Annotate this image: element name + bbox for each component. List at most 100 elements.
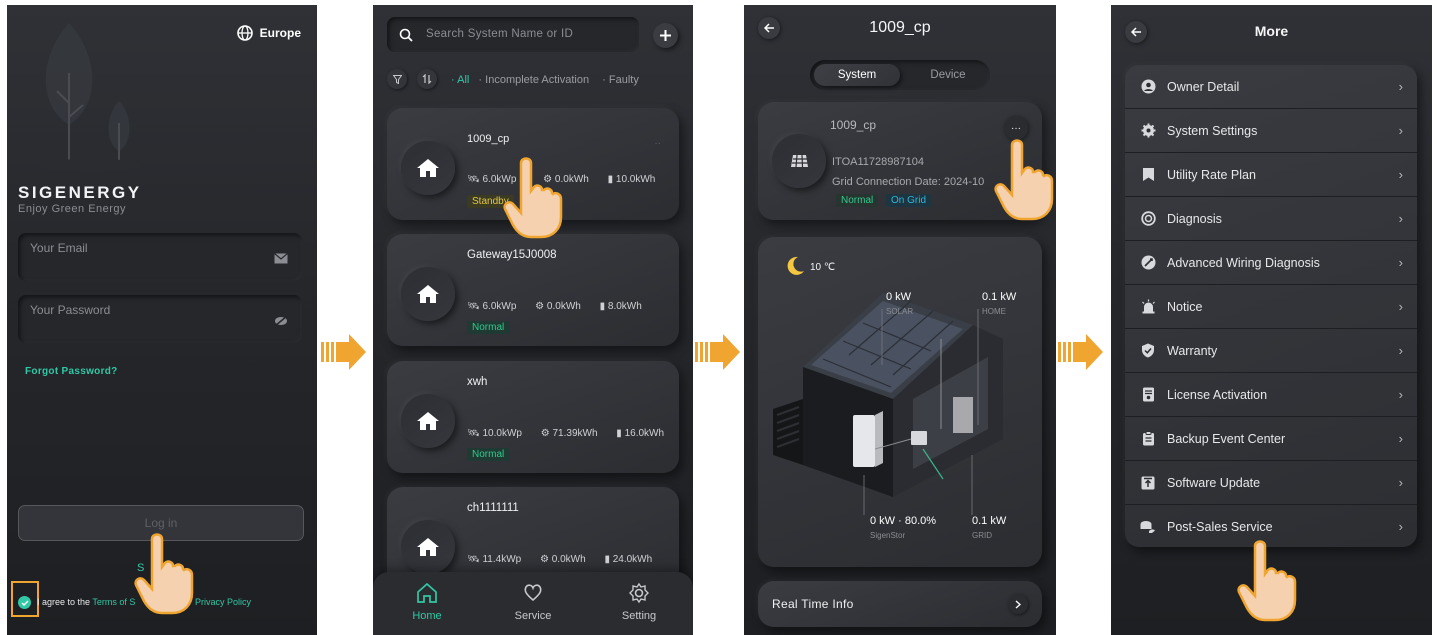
chevron-right-icon: › (1398, 255, 1403, 270)
nav-service-label: Service (514, 610, 552, 622)
energy-flow-card: 10 ℃ 0 kW SOLAR 0.1 kW HOME 0 kW · 80.0%… (758, 237, 1042, 567)
realtime-info-row[interactable]: Real Time Info (758, 581, 1042, 627)
menu-item-license-activation[interactable]: License Activation › (1125, 373, 1417, 417)
check-icon (20, 599, 29, 606)
flow-arrow-icon (1058, 334, 1103, 370)
nav-service[interactable]: Service (510, 582, 556, 622)
menu-item-notice[interactable]: Notice › (1125, 285, 1417, 329)
energy-today: 0.0kWh (546, 301, 581, 312)
pointing-hand-icon (503, 157, 563, 239)
temperature: 10 ℃ (810, 262, 836, 273)
solar-capacity: 6.0kWp (482, 301, 517, 312)
forgot-password-link[interactable]: Forgot Password? (25, 366, 118, 377)
nav-home[interactable]: Home (407, 582, 447, 622)
chevron-right-icon: › (1398, 519, 1403, 534)
battery-capacity: 10.0kWh (615, 174, 656, 185)
menu-item-label: Software Update (1167, 475, 1261, 490)
solar-capacity: 10.0kWp (482, 428, 522, 439)
password-field[interactable]: Your Password (18, 295, 302, 343)
mail-icon (274, 253, 288, 264)
chevron-right-icon: › (1398, 387, 1403, 402)
moon-icon (787, 256, 804, 275)
email-placeholder: Your Email (30, 241, 88, 255)
tab-device[interactable]: Device (908, 69, 988, 81)
add-system-button[interactable] (653, 23, 678, 48)
menu-item-label: Notice (1167, 299, 1203, 314)
house-icon (401, 394, 455, 448)
privacy-policy-link[interactable]: Privacy Policy (195, 597, 251, 607)
wiring-icon (1140, 255, 1156, 271)
home-screen: Search System Name or ID · All · Incompl… (373, 5, 693, 635)
chevron-right-icon: › (1398, 299, 1403, 314)
sort-button[interactable] (417, 69, 437, 89)
region-selector[interactable]: Europe (236, 25, 301, 41)
solar-panel-icon (772, 134, 826, 188)
tab-system-label: System (837, 69, 877, 81)
terms-link[interactable]: Terms of S (92, 597, 135, 607)
more-options-button[interactable]: ··· (1004, 116, 1028, 140)
chevron-right-icon: › (1398, 475, 1403, 490)
energy-today: 71.39kWh (552, 428, 598, 439)
home-value: 0.1 kW (982, 291, 1017, 303)
realtime-label: Real Time Info (772, 597, 854, 611)
menu-item-utility-rate-plan[interactable]: Utility Rate Plan › (1125, 153, 1417, 197)
menu-item-label: System Settings (1167, 123, 1258, 138)
filter-tab-faulty[interactable]: · Faulty (602, 74, 639, 86)
chevron-right-icon: › (1398, 343, 1403, 358)
bookmark-icon (1140, 167, 1156, 183)
solar-capacity: 11.4kWp (482, 554, 522, 565)
tab-system[interactable]: System (814, 64, 900, 86)
agree-prefix: I agree to the (37, 597, 91, 607)
more-dots-icon[interactable]: ·· (654, 138, 661, 149)
filter-button[interactable] (387, 69, 407, 89)
status-badge: Normal (836, 194, 879, 207)
nav-setting[interactable]: Setting (615, 582, 663, 622)
system-card[interactable]: xwh 🛰 10.0kWp ⚙ 71.39kWh ▮ 16.0kWh Norma… (387, 361, 679, 473)
menu-item-warranty[interactable]: Warranty › (1125, 329, 1417, 373)
plus-icon (660, 30, 671, 41)
tree-illustration-icon (36, 23, 141, 171)
heart-hand-icon (524, 584, 542, 602)
menu-item-owner-detail[interactable]: Owner Detail › (1125, 65, 1417, 109)
gear-icon (1140, 123, 1156, 139)
pointing-hand-icon (134, 533, 194, 615)
grid-connection-date: Grid Connection Date: 2024-10 (832, 176, 985, 188)
agree-checkbox[interactable] (18, 596, 31, 609)
nav-home-label: Home (412, 610, 442, 622)
user-icon (1140, 79, 1156, 95)
home-label: HOME (982, 307, 1006, 316)
nav-setting-label: Setting (621, 610, 657, 622)
menu-item-advanced-wiring-diagnosis[interactable]: Advanced Wiring Diagnosis › (1125, 241, 1417, 285)
filter-tab-incomplete[interactable]: · Incomplete Activation (478, 74, 589, 86)
system-card[interactable]: Gateway15J0008 🛰 6.0kWp ⚙ 0.0kWh ▮ 8.0kW… (387, 234, 679, 346)
menu-item-software-update[interactable]: Software Update › (1125, 461, 1417, 505)
filter-tab-faulty-label: Faulty (608, 74, 639, 86)
solar-value: 0 kW (886, 291, 912, 303)
email-field[interactable]: Your Email (18, 233, 302, 281)
page-title: More (1254, 23, 1289, 39)
status-badge: Normal (467, 321, 510, 334)
filter-tabs: · All · Incomplete Activation · Faulty (451, 74, 639, 86)
menu-item-label: Post-Sales Service (1167, 519, 1273, 534)
system-name: xwh (467, 376, 488, 388)
chevron-right-icon: › (1398, 79, 1403, 94)
system-stats: 🛰 6.0kWp ⚙ 0.0kWh ▮ 10.0kWh (467, 174, 656, 185)
filter-tab-all-label: All (457, 74, 470, 86)
menu-item-backup-event-center[interactable]: Backup Event Center › (1125, 417, 1417, 461)
house-icon (401, 267, 455, 321)
status-badge: Normal (467, 448, 510, 461)
menu-item-diagnosis[interactable]: Diagnosis › (1125, 197, 1417, 241)
clipboard-icon (1140, 431, 1156, 447)
menu-item-label: Owner Detail (1167, 79, 1240, 94)
battery-capacity: 8.0kWh (607, 301, 642, 312)
filter-tab-all[interactable]: · All (451, 74, 469, 86)
search-input[interactable]: Search System Name or ID (387, 17, 639, 52)
eye-off-icon[interactable] (274, 315, 288, 327)
menu-item-label: Advanced Wiring Diagnosis (1167, 255, 1320, 270)
battery-capacity: 24.0kWh (612, 554, 653, 565)
login-screen: Europe SIGENERGY Enjoy Green Energy Your… (7, 5, 317, 635)
menu-item-system-settings[interactable]: System Settings › (1125, 109, 1417, 153)
search-icon (399, 28, 413, 42)
filter-icon (392, 74, 402, 84)
home-icon (417, 582, 437, 603)
